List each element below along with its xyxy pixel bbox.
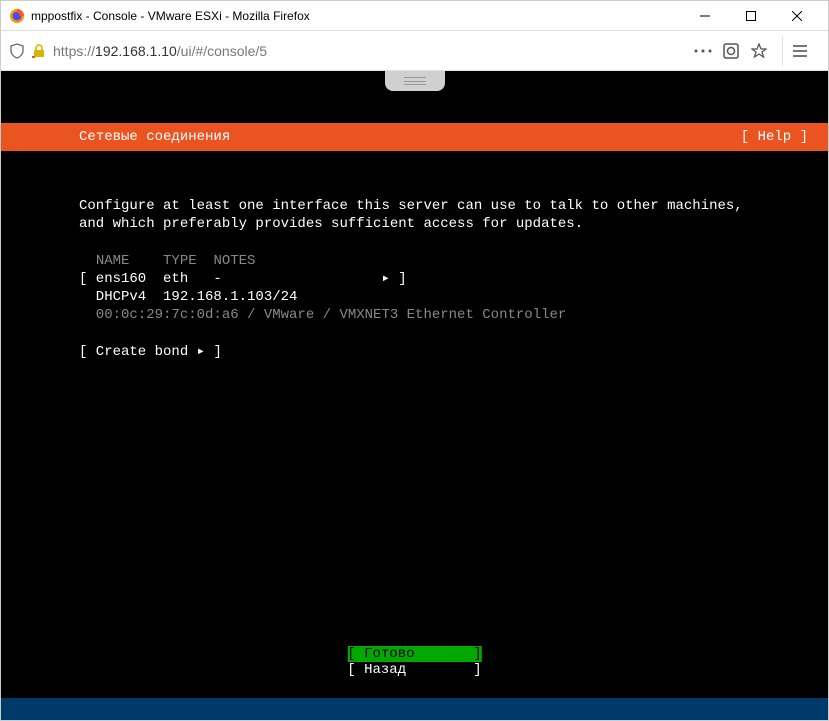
firefox-icon [9, 8, 25, 24]
page-content: Сетевые соединения [ Help ] Configure at… [1, 71, 828, 720]
create-bond-button[interactable]: [ Create bond ▸ ] [79, 344, 222, 360]
minimize-button[interactable] [682, 1, 728, 31]
url-prefix: https:// [53, 43, 95, 59]
console-top-bar [1, 71, 828, 91]
interface-row[interactable]: [ ens160 eth - ▸ ] [79, 271, 407, 287]
instruction-line-1: Configure at least one interface this se… [79, 198, 743, 214]
app-menu-button[interactable] [782, 36, 816, 66]
address-bar-actions [694, 36, 820, 66]
console-terminal[interactable]: Сетевые соединения [ Help ] Configure at… [1, 91, 828, 698]
address-bar: https://192.168.1.10/ui/#/console/5 [1, 31, 828, 71]
titlebar-left: mppostfix - Console - VMware ESXi - Mozi… [9, 8, 682, 24]
screen-title: Сетевые соединения [79, 129, 230, 145]
bottom-bar [1, 698, 828, 720]
console-handle[interactable] [385, 71, 445, 91]
back-button[interactable]: [ Назад ] [347, 662, 481, 678]
help-button[interactable]: [ Help ] [741, 129, 808, 145]
handle-grip-icon [404, 77, 426, 85]
console-buttons: [ Готово ][ Назад ] [347, 646, 481, 678]
url-path: /ui/#/console/5 [177, 43, 267, 59]
url-host: 192.168.1.10 [95, 43, 177, 59]
titlebar: mppostfix - Console - VMware ESXi - Mozi… [1, 1, 828, 31]
reader-view-icon[interactable] [722, 42, 740, 60]
console-header: Сетевые соединения [ Help ] [1, 123, 828, 151]
window-controls [682, 1, 820, 31]
console-body: Configure at least one interface this se… [1, 183, 828, 361]
dhcp-row: DHCPv4 192.168.1.103/24 [79, 289, 297, 305]
tracking-shield-icon[interactable] [9, 43, 25, 59]
table-headers: NAME TYPE NOTES [79, 253, 255, 269]
url-field[interactable]: https://192.168.1.10/ui/#/console/5 [53, 43, 688, 59]
done-button[interactable]: [ Готово ] [347, 646, 481, 662]
hamburger-icon [791, 42, 809, 60]
maximize-button[interactable] [728, 1, 774, 31]
browser-window: mppostfix - Console - VMware ESXi - Mozi… [0, 0, 829, 721]
window-title: mppostfix - Console - VMware ESXi - Mozi… [31, 9, 310, 23]
close-button[interactable] [774, 1, 820, 31]
bookmark-star-icon[interactable] [750, 42, 768, 60]
page-actions-icon[interactable] [694, 42, 712, 60]
mac-row: 00:0c:29:7c:0d:a6 / VMware / VMXNET3 Eth… [79, 307, 566, 323]
instruction-line-2: and which preferably provides sufficient… [79, 216, 583, 232]
lock-warning-icon[interactable] [31, 43, 47, 59]
